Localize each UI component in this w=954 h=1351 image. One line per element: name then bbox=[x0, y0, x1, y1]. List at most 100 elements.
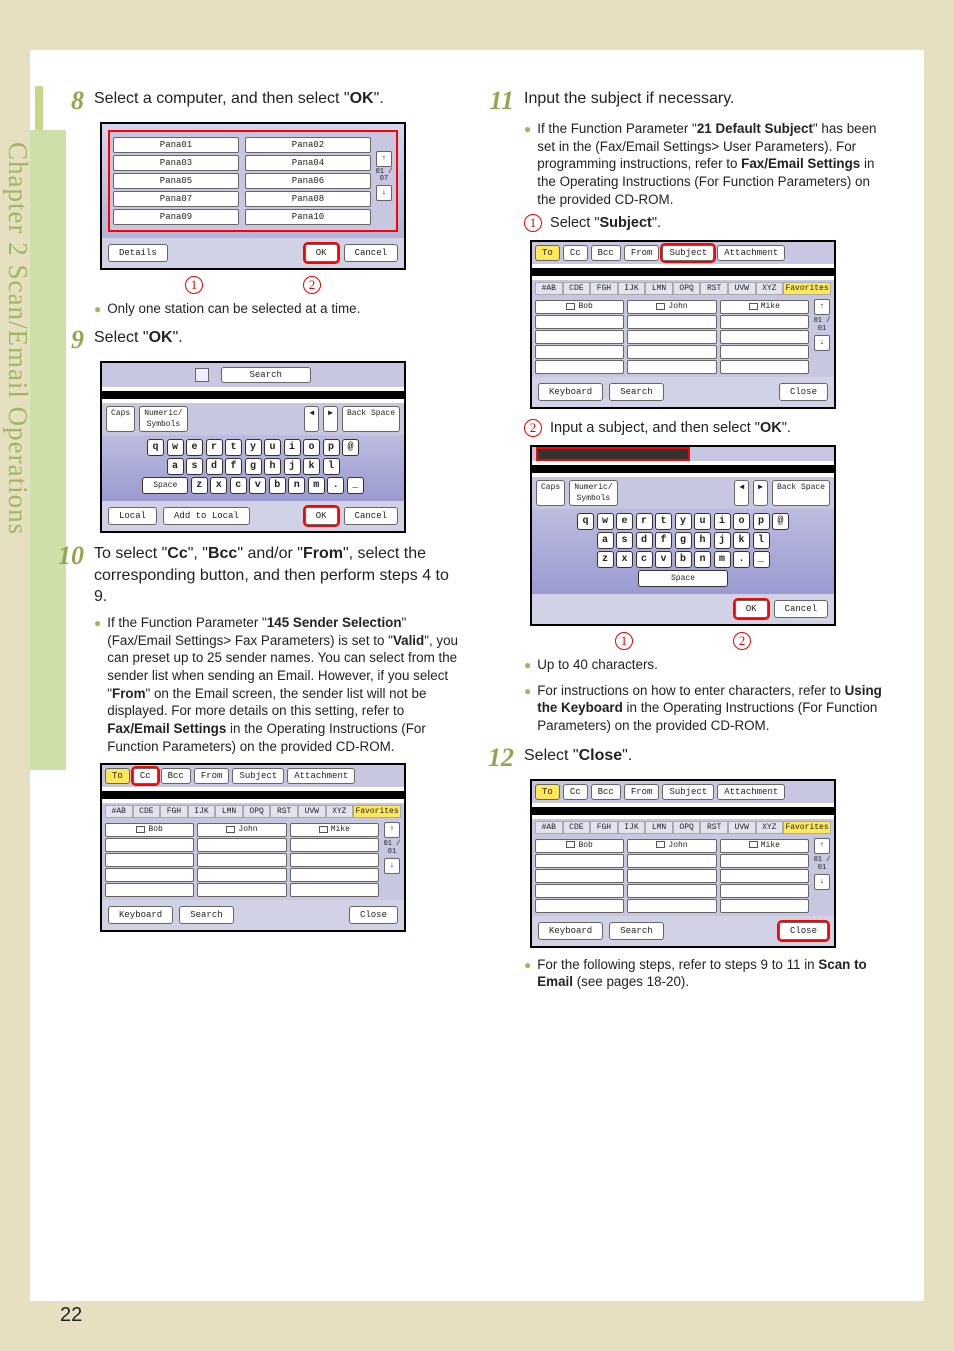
tab-bcc[interactable]: Bcc bbox=[161, 768, 191, 784]
alpha-tab[interactable]: FGH bbox=[160, 805, 188, 818]
tab-subject[interactable]: Subject bbox=[232, 768, 284, 784]
caps-button[interactable]: Caps bbox=[106, 406, 135, 432]
tab-cc[interactable]: Cc bbox=[133, 768, 158, 784]
key[interactable]: v bbox=[249, 477, 266, 494]
key[interactable]: q bbox=[577, 513, 594, 530]
key[interactable]: _ bbox=[753, 551, 770, 568]
key[interactable]: y bbox=[245, 439, 262, 456]
alpha-tab[interactable]: UVW bbox=[728, 821, 756, 834]
tab-to[interactable]: To bbox=[535, 784, 560, 800]
address-entry[interactable]: John bbox=[627, 839, 716, 853]
computer-option[interactable]: Pana03 bbox=[113, 155, 239, 171]
scroll-down-icon[interactable]: ↓ bbox=[384, 858, 400, 874]
key[interactable]: . bbox=[327, 477, 344, 494]
key[interactable]: @ bbox=[772, 513, 789, 530]
address-entry[interactable]: John bbox=[627, 300, 716, 314]
alpha-tab[interactable]: IJK bbox=[618, 282, 646, 295]
key[interactable]: p bbox=[753, 513, 770, 530]
key[interactable]: x bbox=[616, 551, 633, 568]
key[interactable]: d bbox=[206, 458, 223, 475]
key[interactable]: u bbox=[264, 439, 281, 456]
cancel-button[interactable]: Cancel bbox=[344, 507, 398, 525]
favorites-tab[interactable]: Favorites bbox=[783, 821, 831, 834]
ok-button[interactable]: OK bbox=[735, 600, 768, 618]
key[interactable]: z bbox=[597, 551, 614, 568]
computer-option[interactable]: Pana06 bbox=[245, 173, 371, 189]
key[interactable]: i bbox=[714, 513, 731, 530]
details-button[interactable]: Details bbox=[108, 244, 168, 262]
key[interactable]: y bbox=[675, 513, 692, 530]
keyboard-button[interactable]: Keyboard bbox=[108, 906, 173, 924]
alpha-tab[interactable]: RST bbox=[270, 805, 298, 818]
alpha-tab[interactable]: FGH bbox=[590, 282, 618, 295]
favorites-tab[interactable]: Favorites bbox=[353, 805, 401, 818]
alpha-tab[interactable]: RST bbox=[700, 821, 728, 834]
scroll-up-icon[interactable]: ↑ bbox=[384, 822, 400, 838]
key[interactable]: _ bbox=[347, 477, 364, 494]
alpha-tab[interactable]: OPQ bbox=[673, 282, 701, 295]
subject-input[interactable] bbox=[538, 449, 688, 459]
key[interactable]: f bbox=[655, 532, 672, 549]
computer-option[interactable]: Pana07 bbox=[113, 191, 239, 207]
key[interactable]: s bbox=[616, 532, 633, 549]
key[interactable]: c bbox=[230, 477, 247, 494]
key[interactable]: w bbox=[167, 439, 184, 456]
alpha-tab[interactable]: LMN bbox=[645, 821, 673, 834]
address-entry[interactable]: Mike bbox=[720, 300, 809, 314]
tab-bcc[interactable]: Bcc bbox=[591, 245, 621, 261]
alpha-tab[interactable]: LMN bbox=[215, 805, 243, 818]
computer-option[interactable]: Pana08 bbox=[245, 191, 371, 207]
address-entry[interactable]: John bbox=[197, 823, 286, 837]
backspace-button[interactable]: Back Space bbox=[342, 406, 400, 432]
space-key[interactable]: Space bbox=[638, 570, 728, 587]
key[interactable]: g bbox=[245, 458, 262, 475]
alpha-tab[interactable]: CDE bbox=[563, 282, 591, 295]
tab-subject[interactable]: Subject bbox=[662, 784, 714, 800]
tab-bcc[interactable]: Bcc bbox=[591, 784, 621, 800]
alpha-tab[interactable]: IJK bbox=[188, 805, 216, 818]
tab-subject[interactable]: Subject bbox=[662, 245, 714, 261]
close-button[interactable]: Close bbox=[779, 383, 828, 401]
numeric-symbols-button[interactable]: Numeric/ Symbols bbox=[569, 480, 617, 506]
computer-option[interactable]: Pana10 bbox=[245, 209, 371, 225]
address-entry[interactable]: Bob bbox=[535, 839, 624, 853]
keyboard-button[interactable]: Keyboard bbox=[538, 922, 603, 940]
caps-button[interactable]: Caps bbox=[536, 480, 565, 506]
key[interactable]: e bbox=[616, 513, 633, 530]
alpha-tab[interactable]: LMN bbox=[645, 282, 673, 295]
key[interactable]: n bbox=[288, 477, 305, 494]
key[interactable]: s bbox=[186, 458, 203, 475]
alpha-tab[interactable]: OPQ bbox=[673, 821, 701, 834]
tab-from[interactable]: From bbox=[624, 784, 660, 800]
alpha-tab[interactable]: #AB bbox=[535, 282, 563, 295]
alpha-tab[interactable]: OPQ bbox=[243, 805, 271, 818]
tab-from[interactable]: From bbox=[624, 245, 660, 261]
tab-attachment[interactable]: Attachment bbox=[717, 245, 785, 261]
key[interactable]: h bbox=[694, 532, 711, 549]
key[interactable]: k bbox=[303, 458, 320, 475]
search-button[interactable]: Search bbox=[609, 383, 663, 401]
computer-option[interactable]: Pana05 bbox=[113, 173, 239, 189]
scroll-down-icon[interactable]: ↓ bbox=[376, 185, 392, 201]
scroll-up-icon[interactable]: ↑ bbox=[376, 151, 392, 167]
alpha-tab[interactable]: XYZ bbox=[756, 282, 784, 295]
arrow-right-icon[interactable]: ▶ bbox=[753, 480, 768, 506]
key[interactable]: p bbox=[323, 439, 340, 456]
key[interactable]: k bbox=[733, 532, 750, 549]
tab-cc[interactable]: Cc bbox=[563, 245, 588, 261]
key[interactable]: o bbox=[733, 513, 750, 530]
key[interactable]: d bbox=[636, 532, 653, 549]
arrow-left-icon[interactable]: ◀ bbox=[734, 480, 749, 506]
key[interactable]: q bbox=[147, 439, 164, 456]
alpha-tab[interactable]: XYZ bbox=[756, 821, 784, 834]
key[interactable]: a bbox=[167, 458, 184, 475]
alpha-tab[interactable]: CDE bbox=[133, 805, 161, 818]
arrow-right-icon[interactable]: ▶ bbox=[323, 406, 338, 432]
alpha-tab[interactable]: #AB bbox=[105, 805, 133, 818]
key[interactable]: . bbox=[733, 551, 750, 568]
tab-attachment[interactable]: Attachment bbox=[287, 768, 355, 784]
key[interactable]: r bbox=[636, 513, 653, 530]
key[interactable]: o bbox=[303, 439, 320, 456]
key[interactable]: w bbox=[597, 513, 614, 530]
tab-cc[interactable]: Cc bbox=[563, 784, 588, 800]
